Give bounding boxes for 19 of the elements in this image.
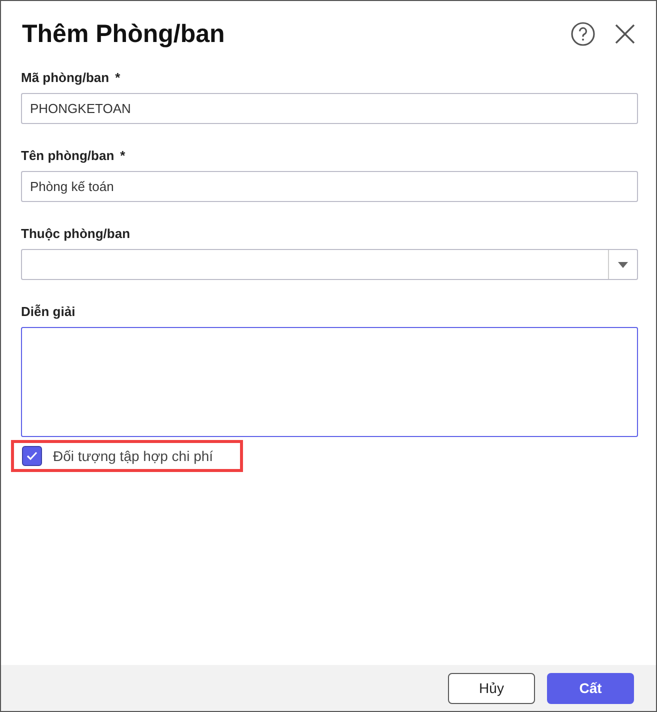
checkbox-label: Đối tượng tập hợp chi phí: [53, 448, 214, 464]
input-field[interactable]: Phòng kế toán: [21, 171, 638, 202]
checkbox[interactable]: [22, 446, 42, 466]
close-icon[interactable]: [614, 23, 636, 45]
field-label: Diễn giải: [21, 304, 76, 319]
field-label: Mã phòng/ban: [21, 70, 110, 85]
help-icon[interactable]: [570, 21, 596, 47]
dialog-title: Thêm Phòng/ban: [22, 20, 226, 48]
textarea-field[interactable]: [21, 327, 638, 437]
required-mark: *: [120, 148, 126, 163]
checkmark-icon: [26, 451, 38, 461]
cancel-button[interactable]: Hủy: [448, 672, 535, 704]
dropdown-arrow-icon: [618, 262, 628, 268]
field-label: Thuộc phòng/ban: [21, 226, 130, 241]
dropdown-field[interactable]: [21, 249, 638, 280]
required-mark: *: [115, 70, 120, 85]
input-field[interactable]: PHONGKETOAN: [21, 93, 638, 124]
save-button[interactable]: Cất: [547, 672, 634, 704]
field-label: Tên phòng/ban: [21, 148, 114, 163]
